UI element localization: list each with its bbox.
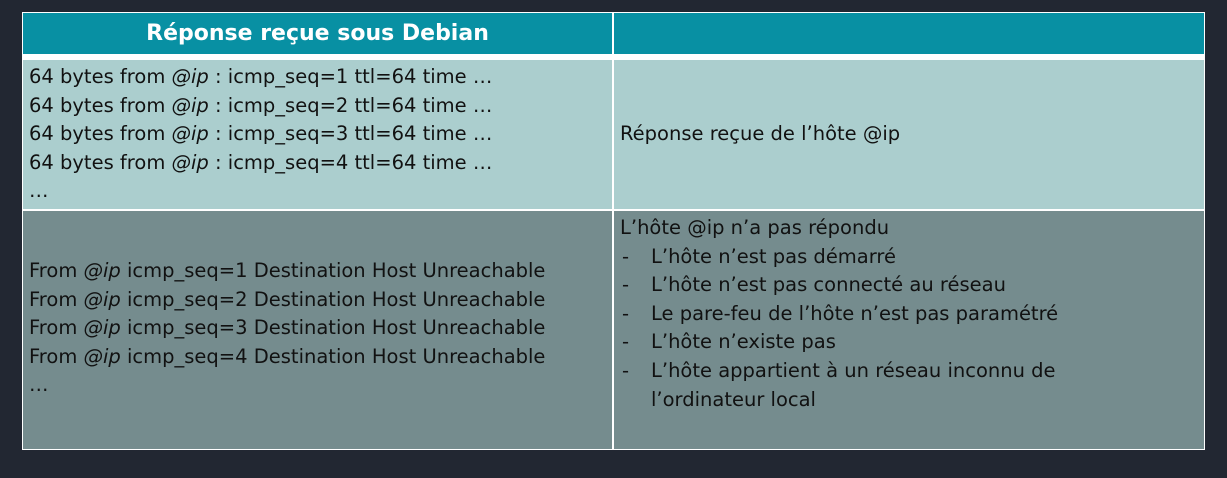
reason-item: - L’hôte n’existe pas <box>620 328 1121 357</box>
success-output-ellipsis: … <box>29 179 49 203</box>
unreachable-output-line: From @ip icmp_seq=1 Destination Host Unr… <box>29 259 546 282</box>
success-output-line: 64 bytes from @ip : icmp_seq=1 ttl=64 ti… <box>29 65 493 88</box>
success-output-cell: 64 bytes from @ip : icmp_seq=1 ttl=64 ti… <box>23 60 612 209</box>
success-meaning-text: Réponse reçue de l’hôte @ip <box>620 122 901 146</box>
header-response-debian: Réponse reçue sous Debian <box>23 13 612 54</box>
success-output-line: 64 bytes from @ip : icmp_seq=2 ttl=64 ti… <box>29 93 493 117</box>
reason-item: - L’hôte n’est pas connecté au réseau <box>620 271 1121 300</box>
reason-item: - Le pare-feu de l’hôte n’est pas paramét… <box>620 300 1121 329</box>
dash-bullet: - <box>622 358 630 382</box>
success-meaning-cell: Réponse reçue de l’hôte @ip <box>614 60 1204 209</box>
unreachable-output-line: From @ip icmp_seq=3 Destination Host Unr… <box>29 316 546 340</box>
unreachable-output-line: From @ip icmp_seq=2 Destination Host Unr… <box>29 287 546 311</box>
unreachable-output-cell: From @ip icmp_seq=1 Destination Host Unr… <box>23 211 612 449</box>
reason-item: - L’hôte n’est pas démarré <box>620 243 1121 272</box>
unreachable-meaning-cell: L’hôte @ip n’a pas répondu - L’hôte n’est… <box>614 211 1204 449</box>
unreachable-output-ellipsis: … <box>29 373 49 397</box>
dash-bullet: - <box>622 330 630 354</box>
success-output-line: 64 bytes from @ip : icmp_seq=3 ttl=64 ti… <box>29 122 493 146</box>
ping-response-table: Réponse reçue sous Debian 64 bytes from … <box>22 12 1205 450</box>
reason-item: - L’hôte appartient à un réseau inconnu d… <box>622 358 1056 411</box>
header-meaning <box>614 13 1204 54</box>
unreachable-output-line: From @ip icmp_seq=4 Destination Host Unr… <box>29 344 546 368</box>
dash-bullet: - <box>622 301 630 325</box>
unreachable-meaning-title: L’hôte @ip n’a pas répondu <box>620 216 890 239</box>
unreachable-reasons-list: - L’hôte n’est pas démarré - L’hôte n’est … <box>620 243 1204 415</box>
success-output-line: 64 bytes from @ip : icmp_seq=4 ttl=64 ti… <box>29 150 493 174</box>
dash-bullet: - <box>622 244 630 268</box>
dash-bullet: - <box>622 273 630 297</box>
